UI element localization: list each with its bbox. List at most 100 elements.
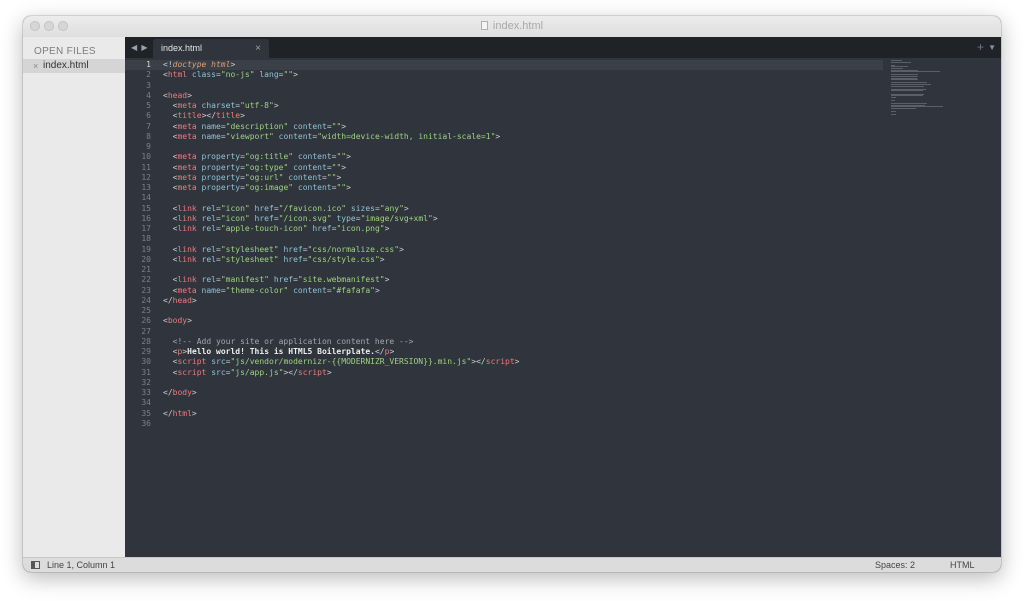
line-number: 9	[146, 142, 151, 151]
tab-close-icon[interactable]: ×	[255, 39, 261, 58]
syntax-mode[interactable]: HTML	[950, 558, 975, 572]
code-token: content	[288, 121, 327, 131]
code-line[interactable]: <title></title>	[163, 111, 883, 121]
code-line[interactable]	[163, 378, 883, 388]
tab-navigation-arrows-icon[interactable]: ◀ ▶	[131, 37, 149, 58]
code-token: "icon"	[220, 203, 250, 213]
line-number: 30	[141, 357, 151, 367]
code-line[interactable]: <!doctype html>	[155, 60, 883, 71]
line-number: 10	[141, 152, 151, 162]
code-token: >	[191, 295, 197, 305]
code-line[interactable]: </head>	[163, 296, 883, 306]
code-line[interactable]: <meta property="og:type" content="">	[163, 163, 883, 173]
code-line[interactable]: <link rel="stylesheet" href="css/normali…	[163, 245, 883, 255]
code-line[interactable]	[163, 81, 883, 91]
code-line[interactable]	[163, 419, 883, 429]
line-number: 1	[125, 60, 155, 71]
code-line[interactable]: <meta charset="utf-8">	[163, 101, 883, 111]
code-line[interactable]: <link rel="icon" href="/icon.svg" type="…	[163, 214, 883, 224]
code-token: "icon.png"	[336, 224, 385, 233]
code-token: >	[379, 254, 385, 264]
code-token: content	[293, 152, 332, 162]
code-token: rel	[196, 213, 216, 223]
code-area[interactable]: <!doctype html> <html class="no-js" lang=…	[155, 60, 883, 429]
code-line[interactable]: <link rel="manifest" href="site.webmanif…	[163, 275, 883, 285]
code-line[interactable]: <link rel="stylesheet" href="css/style.c…	[163, 255, 883, 265]
code-token: >	[341, 121, 347, 131]
code-token: ""	[336, 183, 347, 192]
code-line[interactable]: <link rel="icon" href="/favicon.ico" siz…	[163, 204, 883, 214]
code-token: content	[293, 183, 332, 192]
code-line[interactable]	[163, 142, 883, 152]
code-line[interactable]	[163, 234, 883, 244]
minimap[interactable]	[891, 60, 951, 120]
code-token: </	[374, 347, 385, 356]
code-token: property	[196, 152, 241, 162]
code-line[interactable]: <meta property="og:image" content="">	[163, 183, 883, 193]
line-number: 2	[146, 70, 151, 80]
code-line[interactable]: <meta name="theme-color" content="#fafaf…	[163, 286, 883, 296]
code-line[interactable]: <head>	[163, 91, 883, 101]
code-token: "og:title"	[244, 152, 294, 162]
code-line[interactable]	[163, 306, 883, 316]
window-title-text: index.html	[492, 20, 544, 32]
code-line[interactable]: <meta property="og:url" content="">	[163, 173, 883, 183]
code-line[interactable]: <script src="js/app.js"></script>	[163, 368, 883, 378]
code-token: ""	[336, 152, 347, 162]
code-token: content	[288, 162, 327, 172]
code-token: ></	[471, 357, 486, 367]
code-line[interactable]	[163, 327, 883, 337]
code-token: link	[177, 224, 197, 233]
code-line[interactable]: <body>	[163, 316, 883, 326]
tab-index-html[interactable]: index.html ×	[153, 39, 269, 58]
code-line[interactable]	[163, 265, 883, 275]
line-number: 21	[141, 265, 151, 274]
code-token: </	[163, 388, 173, 397]
new-tab-plus-icon[interactable]: +	[977, 37, 984, 58]
code-token: script	[177, 367, 207, 377]
code-token: >	[375, 285, 380, 295]
code-line[interactable]: <link rel="apple-touch-icon" href="icon.…	[163, 224, 883, 234]
code-token: >	[346, 183, 351, 192]
close-file-icon[interactable]: ×	[33, 59, 38, 73]
cursor-position[interactable]: Line 1, Column 1	[47, 558, 115, 572]
line-number: 13	[141, 183, 151, 192]
code-token: html	[172, 408, 192, 418]
line-number: 5	[146, 101, 151, 110]
code-line[interactable]: <p>Hello world! This is HTML5 Boilerplat…	[163, 347, 883, 357]
code-line[interactable]: <meta property="og:title" content="">	[163, 152, 883, 162]
tab-label: index.html	[161, 43, 203, 53]
code-token: rel	[196, 224, 216, 233]
code-token: href	[249, 203, 274, 213]
code-token: "icon"	[220, 213, 250, 223]
code-token: >	[293, 70, 298, 80]
indentation-setting[interactable]: Spaces: 2	[875, 558, 915, 572]
tab-menu-chevron-down-icon[interactable]: ▼	[988, 37, 996, 58]
code-line[interactable]: <!-- Add your site or application conten…	[163, 337, 883, 347]
title-bar: index.html	[23, 16, 1001, 38]
code-line[interactable]	[163, 398, 883, 408]
sidebar: OPEN FILES × index.html	[23, 37, 125, 557]
toggle-panel-icon[interactable]	[31, 561, 40, 569]
code-token: script	[297, 367, 327, 377]
sidebar-file-item[interactable]: × index.html	[23, 59, 125, 73]
code-line[interactable]: </html>	[163, 409, 883, 419]
code-line[interactable]: <html class="no-js" lang="">	[163, 70, 883, 80]
code-token: "js/app.js"	[230, 367, 284, 377]
code-line[interactable]: <meta name="viewport" content="width=dev…	[163, 132, 883, 142]
code-line[interactable]: <meta name="description" content="">	[163, 122, 883, 132]
line-number: 18	[141, 234, 151, 244]
code-token: sizes	[346, 203, 375, 213]
code-line[interactable]	[163, 193, 883, 203]
code-line[interactable]: <script src="js/vendor/modernizr-{{MODER…	[163, 357, 883, 367]
code-token: "width=device-width, initial-scale=1"	[317, 131, 496, 141]
code-line[interactable]: </body>	[163, 388, 883, 398]
line-number: 34	[141, 398, 151, 408]
code-token: ""	[326, 172, 337, 182]
code-token: "theme-color"	[225, 285, 289, 295]
code-editor[interactable]: 1 2 3 4 5 6 7 8 9 10 11 12 13 14 15 16 17 18 19 20 21 22 23 24 2…	[125, 58, 1001, 557]
